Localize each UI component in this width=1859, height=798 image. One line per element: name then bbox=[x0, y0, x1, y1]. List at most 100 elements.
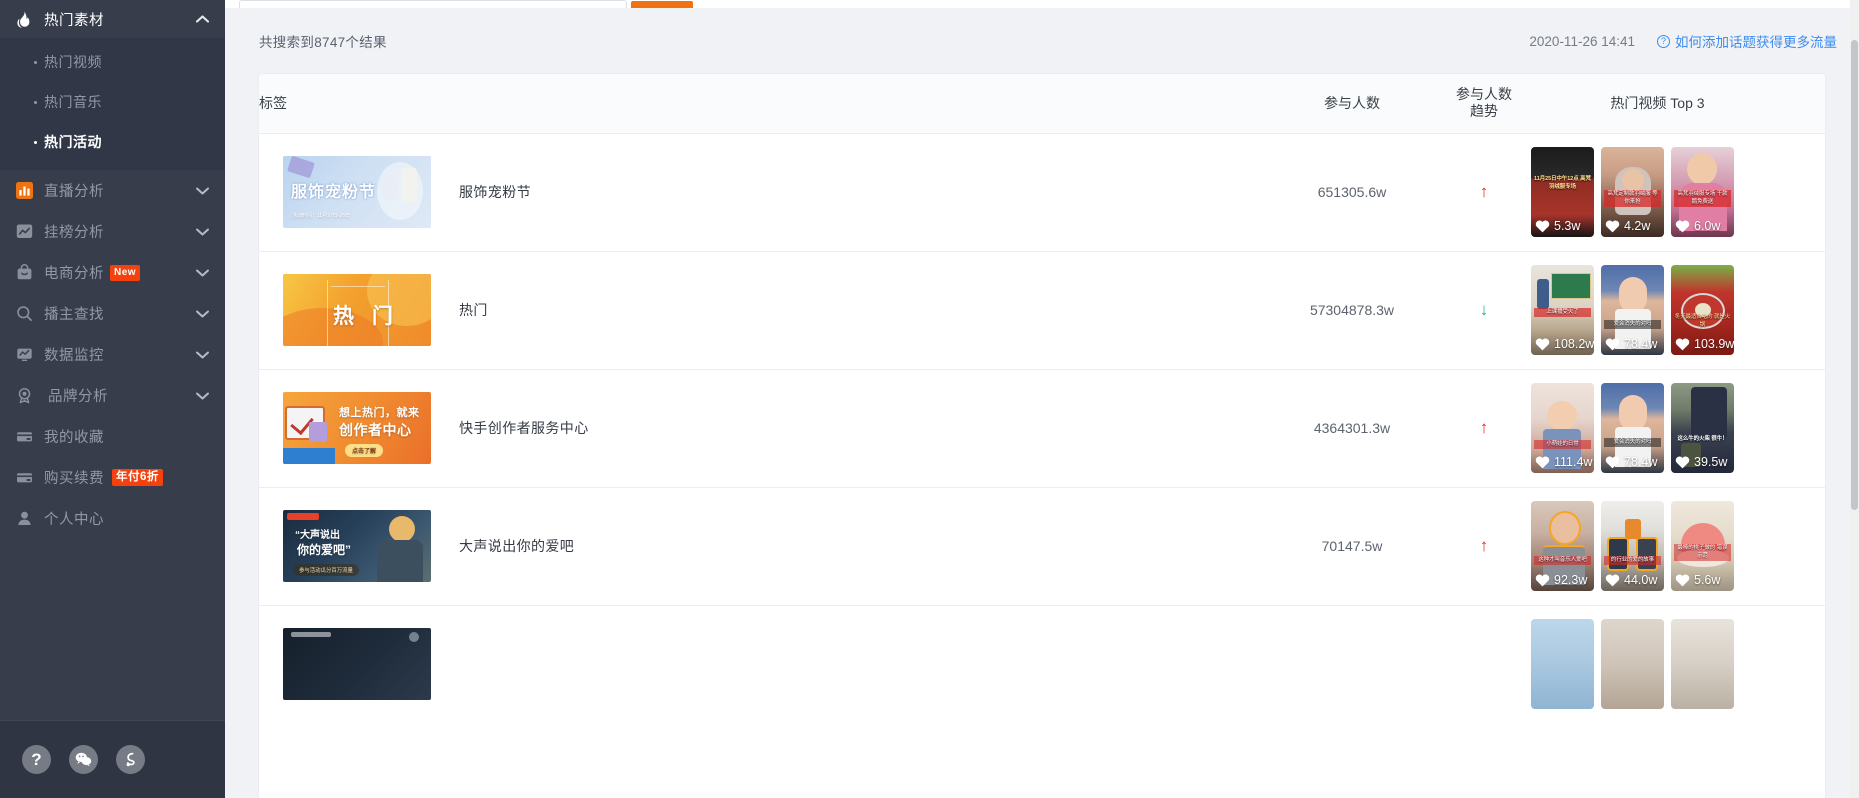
badge-new: New bbox=[110, 264, 141, 281]
video-thumbnail[interactable] bbox=[1671, 619, 1734, 710]
results-meta-row: 共搜索到8747个结果 2020-11-26 14:41 ? 如何添加话题获得更… bbox=[225, 8, 1859, 74]
video-thumbnail[interactable]: 冬天最适合吃的 就是火锅 103.9w bbox=[1671, 265, 1734, 355]
monitor-icon bbox=[14, 345, 34, 365]
sidebar-item-data-monitor[interactable]: 数据监控 bbox=[0, 334, 225, 375]
help-icon[interactable]: ? bbox=[22, 745, 51, 774]
cell-top3 bbox=[1530, 605, 1785, 723]
sidebar-group-hot-material[interactable]: 热门素材 bbox=[0, 0, 225, 38]
activity-name[interactable]: 热门 bbox=[459, 300, 488, 320]
video-thumbnail[interactable]: 最棒的桃子做的 错误示范 5.6w bbox=[1671, 501, 1734, 591]
card-icon bbox=[14, 427, 34, 447]
activity-name[interactable]: 服饰宠粉节 bbox=[459, 182, 531, 202]
vertical-scrollbar[interactable] bbox=[1850, 0, 1859, 798]
video-thumbnail[interactable]: 这种才叫音乐人爱吧 92.3w bbox=[1531, 501, 1594, 591]
video-thumbnail[interactable] bbox=[1531, 619, 1594, 710]
sidebar-item-brand-analysis[interactable]: 品牌分析 bbox=[0, 375, 225, 416]
video-thumbnail[interactable]: 小萌娃的日常 111.4w bbox=[1531, 383, 1594, 473]
sidebar-item-label: 挂榜分析 bbox=[44, 225, 104, 241]
sidebar-item-ranking-analysis[interactable]: 挂榜分析 bbox=[0, 211, 225, 252]
cell-top3: 这种才叫音乐人爱吧 92.3w 的行业的爱的故事 44.0w 最棒的桃子做的 错… bbox=[1530, 487, 1785, 606]
chevron-down-icon[interactable] bbox=[195, 266, 209, 280]
activity-name[interactable]: 快手创作者服务中心 bbox=[459, 418, 589, 438]
chevron-down-icon[interactable] bbox=[195, 225, 209, 239]
column-header-trend-line1: 参与人数 bbox=[1456, 85, 1512, 102]
video-caption: 爱会消失的对吗 bbox=[1604, 437, 1661, 447]
cell-participants bbox=[1266, 605, 1438, 723]
like-count: 92.3w bbox=[1554, 573, 1588, 587]
video-thumbnail[interactable]: 高梵定制款羽绒服 等你来抢 4.2w bbox=[1601, 147, 1664, 237]
sidebar-item-hot-videos[interactable]: 热门视频 bbox=[0, 42, 225, 82]
cell-participants: 70147.5w bbox=[1266, 487, 1438, 606]
sidebar-item-label: 热门活动 bbox=[44, 134, 102, 150]
video-caption: 这么牛的火柴 很牛！ bbox=[1677, 435, 1728, 442]
activity-banner[interactable]: “大声说出 你的爱吧” 参与活动瓜分百万流量 bbox=[283, 510, 431, 582]
sidebar-item-label: 热门视频 bbox=[44, 54, 102, 70]
activity-banner[interactable]: 服饰宠粉节 活动时间：11月27日-28日 bbox=[283, 156, 431, 228]
help-glyph: ? bbox=[31, 749, 42, 769]
chevron-up-icon[interactable] bbox=[195, 12, 209, 26]
table-row[interactable]: 热 门 热门 57304878.3w ↓ 上课播受火了 108.2w 爱会消失的… bbox=[259, 251, 1825, 370]
chevron-down-icon[interactable] bbox=[195, 184, 209, 198]
trend-up-icon: ↑ bbox=[1479, 181, 1489, 201]
sidebar-item-hot-music[interactable]: 热门音乐 bbox=[0, 82, 225, 122]
sidebar-item-live-analysis[interactable]: 直播分析 bbox=[0, 170, 225, 211]
video-caption: 上课播受火了 bbox=[1534, 307, 1591, 317]
activity-banner[interactable] bbox=[283, 628, 431, 701]
card-icon bbox=[14, 468, 34, 488]
line-chart-icon bbox=[14, 222, 34, 242]
activity-banner[interactable]: 想上热门，就来 创作者中心 点击了解 bbox=[283, 392, 431, 464]
sidebar-item-my-favorites[interactable]: 我的收藏 bbox=[0, 416, 225, 457]
cell-trend: ↓ bbox=[1438, 251, 1530, 370]
video-thumbnail[interactable]: 上课播受火了 108.2w bbox=[1531, 265, 1594, 355]
cell-ops bbox=[1785, 487, 1825, 606]
video-thumbnail[interactable]: 11月25日中午12点 高梵羽绒服专场 5.3w bbox=[1531, 147, 1594, 237]
chevron-down-icon[interactable] bbox=[195, 389, 209, 403]
video-caption: 的行业的爱的故事 bbox=[1604, 555, 1661, 565]
activity-banner[interactable]: 热 门 bbox=[283, 274, 431, 346]
table-row[interactable]: 想上热门，就来 创作者中心 点击了解 快手创作者服务中心 4364301.3w bbox=[259, 369, 1825, 488]
badge-discount: 年付6折 bbox=[112, 468, 163, 487]
search-button[interactable] bbox=[631, 1, 693, 8]
like-count: 103.9w bbox=[1694, 337, 1734, 351]
medal-icon bbox=[14, 386, 34, 406]
cell-top3: 11月25日中午12点 高梵羽绒服专场 5.3w 高梵定制款羽绒服 等你来抢 4… bbox=[1530, 133, 1785, 252]
cell-top3: 小萌娃的日常 111.4w 爱会消失的对吗 78.4w 这么牛的火柴 很牛！ 3… bbox=[1530, 369, 1785, 488]
bullet-icon bbox=[34, 60, 37, 64]
like-icon bbox=[1535, 338, 1550, 351]
video-thumbnail[interactable]: 爱会消失的对吗 78.4w bbox=[1601, 265, 1664, 355]
scrollbar-thumb[interactable] bbox=[1851, 40, 1858, 510]
video-thumbnail[interactable] bbox=[1601, 619, 1664, 710]
kuaishou-icon[interactable] bbox=[116, 745, 145, 774]
how-to-add-topic-link[interactable]: ? 如何添加话题获得更多流量 bbox=[1657, 31, 1837, 51]
sidebar-item-label: 个人中心 bbox=[44, 512, 104, 528]
cell-participants: 57304878.3w bbox=[1266, 251, 1438, 370]
sidebar-item-ecommerce-analysis[interactable]: 电商分析 New bbox=[0, 252, 225, 293]
banner-cta[interactable]: 点击了解 bbox=[345, 444, 384, 457]
sidebar-item-purchase-renew[interactable]: 购买续费 年付6折 bbox=[0, 457, 225, 498]
hot-activity-table: 标签 参与人数 参与人数 趋势 热门视频 Top 3 操作 bbox=[259, 74, 1825, 723]
cell-tag bbox=[259, 605, 1266, 723]
video-thumbnail[interactable]: 高梵羽绒服专场 千款鹅免费送 6.0w bbox=[1671, 147, 1734, 237]
video-thumbnail[interactable]: 的行业的爱的故事 44.0w bbox=[1601, 501, 1664, 591]
video-thumbnail[interactable]: 这么牛的火柴 很牛！ 39.5w bbox=[1671, 383, 1734, 473]
sidebar-item-hot-activity[interactable]: 热门活动 bbox=[0, 122, 225, 162]
search-bar-strip bbox=[225, 0, 1859, 8]
question-circle-icon: ? bbox=[1657, 34, 1670, 48]
banner-cta: 参与活动瓜分百万流量 bbox=[293, 564, 359, 576]
table-row[interactable] bbox=[259, 605, 1825, 723]
table-header-row: 标签 参与人数 参与人数 趋势 热门视频 Top 3 操作 bbox=[259, 74, 1825, 134]
shopping-bag-icon bbox=[14, 263, 34, 283]
trend-down-icon: ↓ bbox=[1479, 299, 1489, 319]
search-input[interactable] bbox=[239, 0, 627, 8]
table-row[interactable]: 服饰宠粉节 活动时间：11月27日-28日 服饰宠粉节 651305.6w ↑ bbox=[259, 133, 1825, 252]
video-caption: 爱会消失的对吗 bbox=[1604, 319, 1661, 329]
wechat-icon[interactable] bbox=[69, 745, 98, 774]
chevron-down-icon[interactable] bbox=[195, 348, 209, 362]
like-icon bbox=[1675, 220, 1690, 233]
sidebar-item-user-center[interactable]: 个人中心 bbox=[0, 498, 225, 539]
chevron-down-icon[interactable] bbox=[195, 307, 209, 321]
video-thumbnail[interactable]: 爱会消失的对吗 78.4w bbox=[1601, 383, 1664, 473]
activity-name[interactable]: 大声说出你的爱吧 bbox=[459, 536, 574, 556]
sidebar-item-host-search[interactable]: 播主查找 bbox=[0, 293, 225, 334]
table-row[interactable]: “大声说出 你的爱吧” 参与活动瓜分百万流量 大声说出你的爱吧 70147.5w bbox=[259, 487, 1825, 606]
